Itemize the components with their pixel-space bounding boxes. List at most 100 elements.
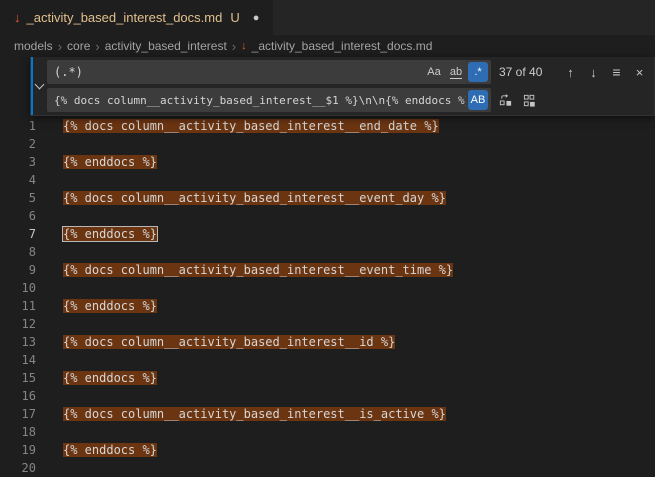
line-number: 9 [0,261,36,279]
previous-match-button[interactable]: ↑ [560,62,581,83]
editor-line[interactable]: 13 {% docs column__activity_based_intere… [0,333,655,351]
toggle-replace-button[interactable] [31,60,47,112]
line-text: {% enddocs %} [63,441,157,459]
line-number: 12 [0,315,36,333]
editor-line[interactable]: 1 {% docs column__activity_based_interes… [0,117,655,135]
line-number: 17 [0,405,36,423]
markdown-file-icon: ↓ [241,40,247,52]
line-number: 7 [0,225,36,243]
editor-line[interactable]: 3 {% enddocs %} [0,153,655,171]
replace-button[interactable] [495,90,516,111]
editor: 1 {% docs column__activity_based_interes… [0,57,655,470]
chevron-right-icon: › [58,40,62,53]
line-number: 18 [0,423,36,441]
line-number: 11 [0,297,36,315]
editor-line[interactable]: 16 [0,387,655,405]
line-text: {% docs column__activity_based_interest_… [63,189,446,207]
breadcrumb-item-file[interactable]: _activity_based_interest_docs.md [252,39,433,53]
breadcrumb-item-core[interactable]: core [67,39,90,53]
editor-line[interactable]: 11 {% enddocs %} [0,297,655,315]
find-match-highlight: {% enddocs %} [63,443,157,457]
editor-line-current[interactable]: 7 {% enddocs %} [0,225,655,243]
line-number: 2 [0,135,36,153]
line-number: 1 [0,117,36,135]
editor-line[interactable]: 12 [0,315,655,333]
editor-tab[interactable]: ↓ _activity_based_interest_docs.md U ● [0,0,273,35]
replace-value-text: {% docs column__activity_based_interest_… [54,94,466,107]
line-number: 19 [0,441,36,459]
find-match-highlight: {% enddocs %} [63,371,157,385]
line-number: 10 [0,279,36,297]
close-find-button[interactable]: × [629,62,650,83]
line-text: {% enddocs %} [63,153,157,171]
results-count: 37 of 40 [499,65,542,79]
editor-line[interactable]: 14 [0,351,655,369]
editor-line[interactable]: 8 [0,243,655,261]
selection-icon: ≡ [612,64,620,80]
line-number: 6 [0,207,36,225]
chevron-right-icon: › [232,40,236,53]
replace-input[interactable]: {% docs column__activity_based_interest_… [47,88,491,112]
whole-word-icon: ab [450,66,462,79]
find-widget-rows: (.*) Aa ab .* 37 of 40 ↑ ↓ ≡ × {% docs c… [47,60,650,112]
breadcrumb: models › core › activity_based_interest … [0,35,655,57]
find-match-current: {% enddocs %} [63,227,157,241]
regex-button[interactable]: .* [468,62,488,82]
line-number: 3 [0,153,36,171]
replace-action-buttons [495,90,541,111]
replace-icon [498,93,513,108]
editor-line[interactable]: 9 {% docs column__activity_based_interes… [0,261,655,279]
replace-all-button[interactable] [520,90,541,111]
whole-word-button[interactable]: ab [446,62,466,82]
editor-line[interactable]: 10 [0,279,655,297]
replace-all-icon [523,93,538,108]
editor-line[interactable]: 20 [0,459,655,477]
find-widget: (.*) Aa ab .* 37 of 40 ↑ ↓ ≡ × {% docs c… [30,57,655,116]
line-number: 5 [0,189,36,207]
editor-line[interactable]: 15 {% enddocs %} [0,369,655,387]
find-match-highlight: {% docs column__activity_based_interest_… [63,263,453,277]
editor-line[interactable]: 19 {% enddocs %} [0,441,655,459]
editor-lines: 1 {% docs column__activity_based_interes… [0,117,655,477]
line-text: {% enddocs %} [63,225,157,243]
arrow-up-icon: ↑ [567,65,574,80]
editor-line[interactable]: 6 [0,207,655,225]
find-input[interactable]: (.*) Aa ab .* [47,60,491,84]
line-number: 15 [0,369,36,387]
line-text: {% docs column__activity_based_interest_… [63,117,439,135]
find-nav-buttons: ↑ ↓ ≡ × [560,62,650,83]
editor-line[interactable]: 5 {% docs column__activity_based_interes… [0,189,655,207]
editor-line[interactable]: 4 [0,171,655,189]
next-match-button[interactable]: ↓ [583,62,604,83]
find-match-highlight: {% enddocs %} [63,299,157,313]
find-match-highlight: {% docs column__activity_based_interest_… [63,119,439,133]
editor-line[interactable]: 18 [0,423,655,441]
line-text: {% enddocs %} [63,297,157,315]
arrow-down-icon: ↓ [590,65,597,80]
git-status-badge: U [230,10,239,25]
breadcrumb-item-activity-based-interest[interactable]: activity_based_interest [105,39,227,53]
dirty-indicator-icon[interactable]: ● [253,12,260,24]
find-query-text: (.*) [54,65,422,79]
find-match-highlight: {% docs column__activity_based_interest_… [63,191,446,205]
markdown-file-icon: ↓ [14,10,21,25]
find-row: (.*) Aa ab .* 37 of 40 ↑ ↓ ≡ × [47,60,650,84]
line-number: 20 [0,459,36,477]
match-case-button[interactable]: Aa [424,62,444,82]
tab-bar: ↓ _activity_based_interest_docs.md U ● [0,0,655,35]
chevron-right-icon: › [95,40,99,53]
line-number: 8 [0,243,36,261]
line-number: 14 [0,351,36,369]
preserve-case-button[interactable]: AB [468,90,488,110]
line-number: 16 [0,387,36,405]
chevron-down-icon [34,80,44,90]
line-text: {% docs column__activity_based_interest_… [63,405,446,423]
editor-line[interactable]: 17 {% docs column__activity_based_intere… [0,405,655,423]
breadcrumb-item-models[interactable]: models [14,39,53,53]
line-number: 4 [0,171,36,189]
find-match-highlight: {% docs column__activity_based_interest_… [63,407,446,421]
find-in-selection-button[interactable]: ≡ [606,62,627,83]
close-icon: × [636,65,644,80]
line-text: {% docs column__activity_based_interest_… [63,333,395,351]
editor-line[interactable]: 2 [0,135,655,153]
